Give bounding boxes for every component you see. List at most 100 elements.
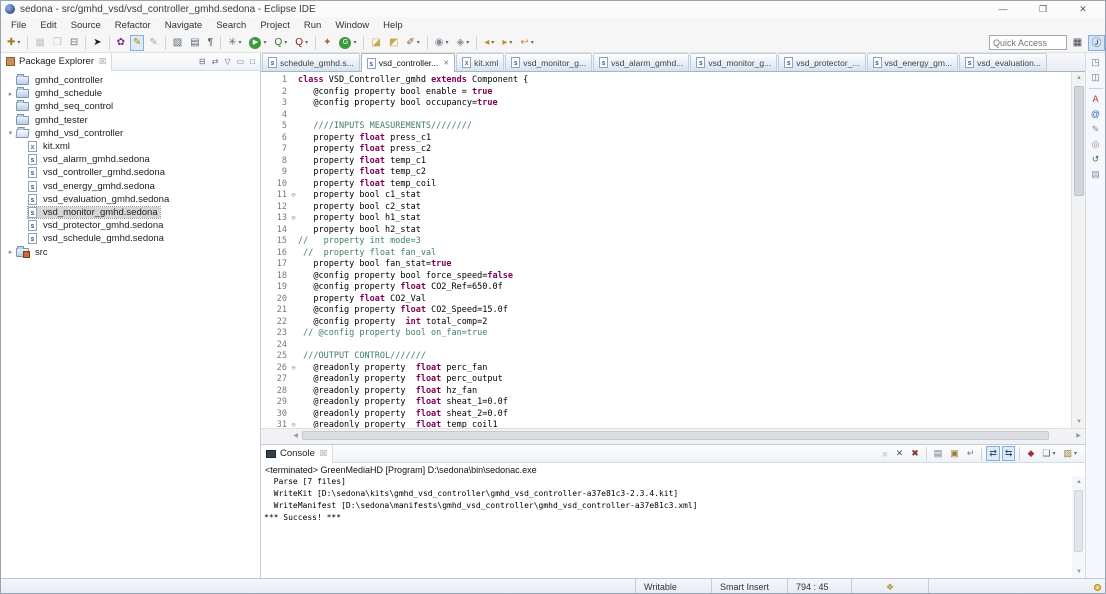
tree-item-gmhd-controller[interactable]: gmhd_controller [1, 74, 260, 87]
external-tools-icon[interactable]: ✳▾ [225, 35, 244, 51]
save-all-icon[interactable]: ❐ [50, 35, 65, 51]
tree-item-vsd-alarm-gmhd-sedona[interactable]: svsd_alarm_gmhd.sedona [1, 153, 260, 166]
minimize-window-button[interactable]: — [983, 2, 1023, 17]
clear-console-icon[interactable]: ▤ [931, 446, 946, 461]
show-whitespace-icon[interactable]: ¶ [205, 35, 216, 51]
editor-tab-vsd-energy-gm-[interactable]: svsd_energy_gm... [867, 53, 959, 71]
export-icon[interactable]: ◩ [386, 35, 401, 51]
show-stdout-icon[interactable]: ⇄ [986, 446, 1000, 461]
tree-item-vsd-controller-gmhd-sedona[interactable]: svsd_controller_gmhd.sedona [1, 166, 260, 179]
save-snapshot-icon[interactable]: ▤ [187, 35, 202, 51]
close-view-icon[interactable]: ☒ [99, 57, 106, 66]
search-icon[interactable]: ✐▾ [403, 35, 422, 51]
quick-access-input[interactable] [989, 35, 1067, 50]
editor-tab-schedule-gmhd-s-[interactable]: sschedule_gmhd.s... [262, 53, 360, 71]
error-log-icon[interactable]: A [1088, 92, 1104, 107]
menu-refactor[interactable]: Refactor [108, 20, 158, 31]
hscrollbar-thumb[interactable] [302, 431, 1049, 440]
pin-console-icon[interactable]: ◆ [1024, 446, 1037, 461]
back-icon[interactable]: ◂▾ [481, 35, 497, 51]
new-class-icon-dropdown[interactable]: ▾ [353, 39, 356, 46]
javadoc-icon[interactable]: @ [1088, 107, 1104, 122]
link-with-editor-icon[interactable]: ⇄ [209, 57, 222, 66]
expander-collapsed-icon[interactable]: ▸ [5, 90, 16, 98]
back-icon-dropdown[interactable]: ▾ [491, 39, 494, 46]
tree-item-vsd-protector-gmhd-sedona[interactable]: svsd_protector_gmhd.sedona [1, 219, 260, 232]
display-console-icon[interactable]: ❏▾ [1039, 446, 1058, 461]
profile-icon[interactable]: Q▾ [292, 35, 311, 51]
sync-icon[interactable]: ✎ [146, 35, 160, 51]
new-wizard-icon-dropdown[interactable]: ▾ [17, 39, 20, 46]
package-explorer-tab[interactable]: Package Explorer ☒ [1, 53, 112, 71]
status-indicator-icon[interactable]: ❖ [886, 582, 894, 593]
close-window-button[interactable]: ✕ [1063, 2, 1103, 17]
fold-marker-icon[interactable]: ⊖ [289, 420, 298, 428]
editor-tab-kit-xml[interactable]: xkit.xml [456, 53, 504, 71]
maximize-icon[interactable]: □ [247, 57, 258, 66]
expander-collapsed-icon[interactable]: ▸ [5, 248, 16, 256]
editor-horizontal-scrollbar[interactable]: ◀ ▶ [261, 428, 1085, 441]
tree-item-gmhd-tester[interactable]: gmhd_tester [1, 114, 260, 127]
save-icon[interactable]: ▦ [32, 35, 47, 51]
forward-icon[interactable]: ▸▾ [499, 35, 515, 51]
coverage-icon[interactable]: Q▾ [271, 35, 290, 51]
import-icon[interactable]: ◪ [368, 35, 383, 51]
close-console-icon[interactable]: ☒ [320, 449, 327, 458]
forward-icon-dropdown[interactable]: ▾ [509, 39, 512, 46]
external-tools-icon-dropdown[interactable]: ▾ [238, 39, 241, 46]
coverage-icon-dropdown[interactable]: ▾ [284, 39, 287, 46]
code-editor[interactable]: 1class VSD_Controller_gmhd extends Compo… [261, 72, 1071, 428]
last-edit-location-icon[interactable]: ↩▾ [517, 35, 536, 51]
minimize-icon[interactable]: ▭ [234, 57, 248, 66]
tree-item-vsd-energy-gmhd-sedona[interactable]: svsd_energy_gmhd.sedona [1, 180, 260, 193]
fold-marker-icon[interactable]: ⊖ [289, 363, 298, 375]
menu-navigate[interactable]: Navigate [158, 20, 210, 31]
scroll-down-icon[interactable]: ▼ [1072, 416, 1085, 428]
open-element-icon[interactable]: ▨ [170, 35, 185, 51]
run-icon-dropdown[interactable]: ▾ [263, 39, 266, 46]
menu-project[interactable]: Project [253, 20, 297, 31]
console-scrollbar-thumb[interactable] [1074, 490, 1083, 552]
show-on-output-icon[interactable]: ⇆ [1002, 446, 1016, 461]
menu-file[interactable]: File [4, 20, 33, 31]
collapse-all-icon[interactable]: ⊟ [196, 57, 209, 66]
menu-run[interactable]: Run [297, 20, 328, 31]
restore-pane-icon[interactable]: ◳ [1088, 55, 1104, 70]
editor-tab-vsd-monitor-g-[interactable]: svsd_monitor_g... [505, 53, 592, 71]
editor-tab-vsd-alarm-gmhd-[interactable]: svsd_alarm_gmhd... [593, 53, 689, 71]
compile-kit-icon[interactable]: ✎ [130, 35, 144, 51]
display-console-icon-dropdown[interactable]: ▾ [1052, 450, 1055, 457]
tree-item-vsd-evaluation-gmhd-sedona[interactable]: svsd_evaluation_gmhd.sedona [1, 193, 260, 206]
restore-window-button[interactable]: ❐ [1023, 2, 1063, 17]
editor-tab-vsd-evaluation-[interactable]: svsd_evaluation... [959, 53, 1047, 71]
scroll-left-icon[interactable]: ◀ [289, 432, 302, 439]
run-icon[interactable]: ▶▾ [246, 35, 269, 51]
profile-icon-dropdown[interactable]: ▾ [305, 39, 308, 46]
tree-item-gmhd-vsd-controller[interactable]: ▾gmhd_vsd_controller [1, 127, 260, 140]
templates-icon[interactable]: ▤ [1088, 167, 1104, 182]
remove-all-launches-icon[interactable]: ✖ [908, 446, 922, 461]
remove-launch-icon[interactable]: ✕ [893, 446, 907, 461]
java-perspective-icon[interactable]: Ⓙ [1088, 35, 1105, 51]
annotation-icon-dropdown[interactable]: ▾ [466, 39, 469, 46]
sedona-plugin-icon[interactable]: ✿ [114, 35, 128, 51]
tree-item-src[interactable]: ▸src [1, 245, 260, 258]
editor-tab-vsd-controller-[interactable]: svsd_controller...✕ [361, 53, 455, 72]
new-class-icon[interactable]: G▾ [336, 35, 359, 51]
menu-edit[interactable]: Edit [33, 20, 63, 31]
menu-help[interactable]: Help [376, 20, 410, 31]
perspective-pane-icon[interactable]: ◫ [1088, 70, 1104, 85]
scroll-up-icon[interactable]: ▲ [1072, 72, 1085, 84]
close-tab-icon[interactable]: ✕ [443, 59, 449, 67]
scroll-right-icon[interactable]: ▶ [1072, 432, 1085, 439]
search-view-icon[interactable]: ◎ [1088, 137, 1104, 152]
declaration-icon[interactable]: ✎ [1088, 122, 1104, 137]
fold-marker-icon[interactable]: ⊖ [289, 213, 298, 225]
editor-tab-vsd-protector-[interactable]: svsd_protector_... [778, 53, 865, 71]
tree-item-gmhd-schedule[interactable]: ▸gmhd_schedule [1, 87, 260, 100]
editor-vertical-scrollbar[interactable]: ▲ ▼ [1071, 72, 1085, 428]
scroll-lock-icon[interactable]: ▣ [947, 446, 962, 461]
menu-source[interactable]: Source [64, 20, 108, 31]
new-package-icon[interactable]: ✦ [320, 35, 334, 51]
expander-expanded-icon[interactable]: ▾ [5, 129, 16, 137]
